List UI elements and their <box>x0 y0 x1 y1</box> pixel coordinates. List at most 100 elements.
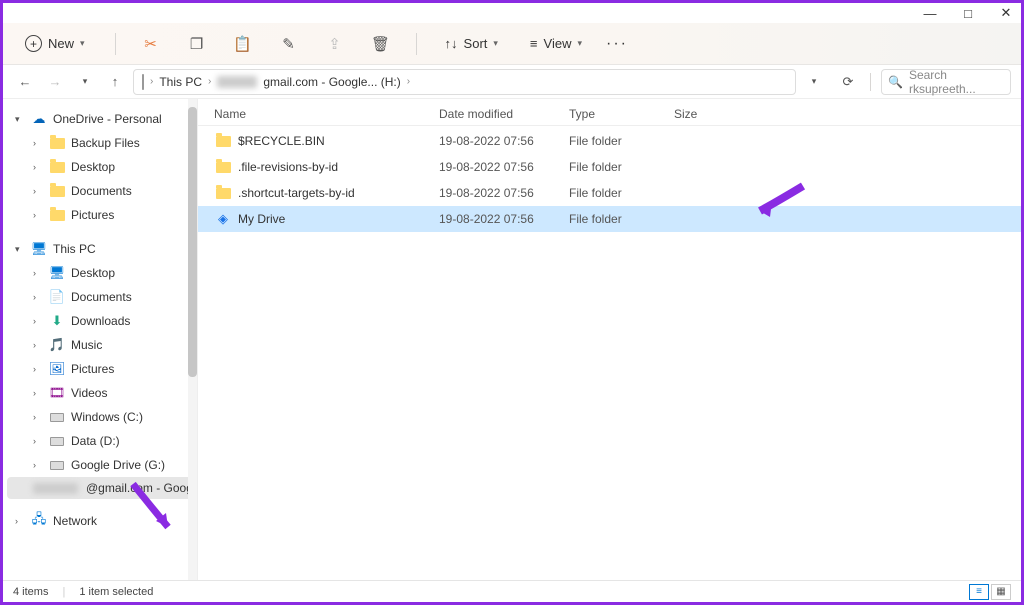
column-name[interactable]: Name <box>214 107 439 121</box>
sidebar-item[interactable]: ›🎞Videos <box>7 381 197 405</box>
view-toggle: ≡ ▦ <box>969 584 1011 600</box>
file-name: .shortcut-targets-by-id <box>238 186 439 200</box>
chevron-down-icon: ▾ <box>577 38 582 49</box>
sidebar-item[interactable]: ›Windows (C:) <box>7 405 197 429</box>
expander-icon[interactable]: ▾ <box>15 244 25 255</box>
sort-button[interactable]: ↑↓ Sort ▾ <box>437 32 506 55</box>
sidebar-item-label: Pictures <box>71 362 114 376</box>
separator <box>115 33 116 55</box>
back-button[interactable]: ← <box>13 70 37 94</box>
delete-button[interactable]: 🗑 <box>366 29 396 59</box>
file-name: $RECYCLE.BIN <box>238 134 439 148</box>
expander-icon[interactable]: › <box>33 412 43 422</box>
expander-icon[interactable]: ▾ <box>15 114 25 125</box>
sidebar-scrollbar[interactable] <box>188 99 197 586</box>
sidebar-item[interactable]: ›Google Drive (G:) <box>7 453 197 477</box>
sidebar-item-thispc[interactable]: ▾ 🖥 This PC <box>7 237 197 261</box>
blurred-text: xx <box>33 483 78 494</box>
minimize-button[interactable]: — <box>923 6 937 20</box>
expander-icon[interactable]: › <box>33 292 43 302</box>
chevron-down-icon: ▾ <box>493 38 498 49</box>
expander-icon[interactable]: › <box>33 210 43 220</box>
cut-button[interactable]: ✂ <box>136 29 166 59</box>
details-view-button[interactable]: ≡ <box>969 584 989 600</box>
sidebar-item-label: Backup Files <box>71 136 140 150</box>
sidebar-item-label: Desktop <box>71 160 115 174</box>
sidebar-item-label: OneDrive - Personal <box>53 112 162 126</box>
chevron-right-icon: › <box>208 76 211 87</box>
sidebar-item-label: Desktop <box>71 266 115 280</box>
expander-icon[interactable]: › <box>33 138 43 148</box>
refresh-button[interactable]: ⟳ <box>836 70 860 94</box>
sidebar-item[interactable]: ›🖼Pictures <box>7 357 197 381</box>
expander-icon[interactable]: › <box>33 316 43 326</box>
separator <box>870 73 871 91</box>
file-type: File folder <box>569 186 674 200</box>
breadcrumb-thispc[interactable]: This PC <box>159 75 202 89</box>
more-button[interactable]: ··· <box>606 35 628 53</box>
titlebar: — □ ✕ <box>3 3 1021 23</box>
sidebar-item-network[interactable]: › 🖧 Network <box>7 509 197 533</box>
file-type: File folder <box>569 134 674 148</box>
maximize-button[interactable]: □ <box>961 6 975 20</box>
file-name: .file-revisions-by-id <box>238 160 439 174</box>
sidebar-item[interactable]: › Desktop <box>7 155 197 179</box>
sidebar-item[interactable]: ›Documents <box>7 179 197 203</box>
folder-icon <box>49 183 65 199</box>
copy-button[interactable]: ❐ <box>182 29 212 59</box>
sidebar-item[interactable]: ›⬇Downloads <box>7 309 197 333</box>
scrollbar-thumb[interactable] <box>188 107 197 377</box>
sidebar-item[interactable]: ›🖥Desktop <box>7 261 197 285</box>
column-date[interactable]: Date modified <box>439 107 569 121</box>
expander-icon[interactable]: › <box>15 516 25 526</box>
toolbar: + New ▾ ✂ ❐ 📋 ✎ ⇪ 🗑 ↑↓ Sort ▾ ≡ View ▾ ·… <box>3 23 1021 65</box>
breadcrumb-current[interactable]: gmail.com - Google... (H:) <box>263 75 400 89</box>
sidebar-item[interactable]: › Backup Files <box>7 131 197 155</box>
recent-dropdown[interactable]: ▾ <box>73 70 97 94</box>
file-name: My Drive <box>238 212 439 226</box>
new-label: New <box>48 36 74 51</box>
sidebar-item[interactable]: › Pictures <box>7 203 197 227</box>
expander-icon[interactable]: › <box>33 436 43 446</box>
folder-icon <box>214 133 232 149</box>
sidebar-item-label: Data (D:) <box>71 434 120 448</box>
file-row[interactable]: $RECYCLE.BIN19-08-2022 07:56File folder <box>198 128 1021 154</box>
view-button[interactable]: ≡ View ▾ <box>522 32 590 55</box>
expander-icon[interactable]: › <box>33 186 43 196</box>
addressbar-dropdown[interactable]: ▾ <box>802 70 826 94</box>
drive-icon <box>142 75 144 89</box>
close-button[interactable]: ✕ <box>999 6 1013 20</box>
sidebar-item-label: Pictures <box>71 208 114 222</box>
status-bar: 4 items | 1 item selected ≡ ▦ <box>3 580 1021 602</box>
expander-icon[interactable]: › <box>33 364 43 374</box>
up-button[interactable]: ↑ <box>103 70 127 94</box>
sort-icon: ↑↓ <box>445 36 458 51</box>
expander-icon[interactable]: › <box>33 388 43 398</box>
folder-icon <box>49 207 65 223</box>
sidebar-item[interactable]: ›📄Documents <box>7 285 197 309</box>
new-button[interactable]: + New ▾ <box>15 31 95 56</box>
folder-icon <box>49 159 65 175</box>
file-row[interactable]: .file-revisions-by-id19-08-2022 07:56Fil… <box>198 154 1021 180</box>
expander-icon[interactable]: › <box>33 340 43 350</box>
navbar: ← → ▾ ↑ › This PC › xxxx gmail.com - Goo… <box>3 65 1021 99</box>
file-row[interactable]: ◈My Drive19-08-2022 07:56File folder <box>198 206 1021 232</box>
address-bar[interactable]: › This PC › xxxx gmail.com - Google... (… <box>133 69 796 95</box>
file-row[interactable]: .shortcut-targets-by-id19-08-2022 07:56F… <box>198 180 1021 206</box>
thumbnails-view-button[interactable]: ▦ <box>991 584 1011 600</box>
network-icon: 🖧 <box>31 513 47 529</box>
expander-icon[interactable]: › <box>33 162 43 172</box>
sidebar-item-selected-drive[interactable]: xx @gmail.com - Goog <box>7 477 197 499</box>
sidebar-item[interactable]: ›🎵Music <box>7 333 197 357</box>
column-size[interactable]: Size <box>674 107 754 121</box>
column-type[interactable]: Type <box>569 107 674 121</box>
search-input[interactable]: 🔍 Search rksupreeth... <box>881 69 1011 95</box>
file-date: 19-08-2022 07:56 <box>439 212 569 226</box>
sidebar-item-label: Downloads <box>71 314 130 328</box>
rename-button[interactable]: ✎ <box>274 29 304 59</box>
expander-icon[interactable]: › <box>33 460 43 470</box>
sidebar-item-onedrive[interactable]: ▾ ☁ OneDrive - Personal <box>7 107 197 131</box>
folder-icon <box>49 135 65 151</box>
expander-icon[interactable]: › <box>33 268 43 278</box>
sidebar-item[interactable]: › Data (D:) <box>7 429 197 453</box>
